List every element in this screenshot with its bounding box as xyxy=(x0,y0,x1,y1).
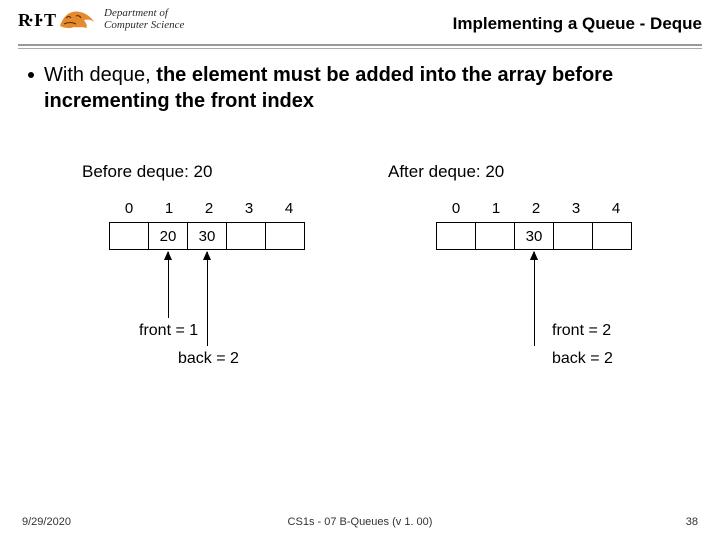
diagram-panel: Before deque: 20 0 1 2 3 4 20 30 front =… xyxy=(0,152,720,500)
after-back-label: back = 2 xyxy=(552,350,613,368)
footer-page: 38 xyxy=(686,516,698,528)
cell xyxy=(553,222,593,250)
bullet-dot-icon xyxy=(28,72,34,78)
slide-header: R·I·T Department of Computer Science Imp… xyxy=(18,8,702,48)
cell: 30 xyxy=(514,222,554,250)
before-cell-row: 20 30 xyxy=(109,222,309,250)
cell xyxy=(592,222,632,250)
cell: 20 xyxy=(148,222,188,250)
before-back-label: back = 2 xyxy=(178,350,239,368)
bullet-item: With deque, the element must be added in… xyxy=(28,62,680,114)
before-front-label: front = 1 xyxy=(139,322,198,340)
idx: 3 xyxy=(229,200,269,222)
before-array: 0 1 2 3 4 20 30 xyxy=(109,200,309,250)
idx: 2 xyxy=(189,200,229,222)
idx: 1 xyxy=(149,200,189,222)
back-arrow-icon xyxy=(534,252,535,346)
header-rule-1 xyxy=(18,44,702,46)
idx: 3 xyxy=(556,200,596,222)
bullet-text: With deque, the element must be added in… xyxy=(44,62,680,114)
footer-date: 9/29/2020 xyxy=(22,516,71,528)
before-caption: Before deque: 20 xyxy=(82,162,212,182)
cell xyxy=(475,222,515,250)
slide-title: Implementing a Queue - Deque xyxy=(453,14,702,34)
slide-footer: 9/29/2020 CS1s - 07 B-Queues (v 1. 00) 3… xyxy=(0,516,720,534)
after-array: 0 1 2 3 4 30 xyxy=(436,200,636,250)
idx: 4 xyxy=(596,200,636,222)
cell xyxy=(436,222,476,250)
cell xyxy=(226,222,266,250)
before-side: Before deque: 20 0 1 2 3 4 20 30 front =… xyxy=(0,152,360,500)
dept-label: Department of Computer Science xyxy=(104,8,184,31)
after-front-label: front = 2 xyxy=(552,322,611,340)
idx: 0 xyxy=(436,200,476,222)
tiger-icon xyxy=(58,8,96,32)
footer-center: CS1s - 07 B-Queues (v 1. 00) xyxy=(288,516,433,528)
rit-logo: R·I·T xyxy=(18,8,96,32)
bullet-lead: With deque, xyxy=(44,64,156,86)
idx: 0 xyxy=(109,200,149,222)
cell xyxy=(265,222,305,250)
cell: 30 xyxy=(187,222,227,250)
after-side: After deque: 20 0 1 2 3 4 30 front = 2 b… xyxy=(360,152,720,500)
rit-letters: R·I·T xyxy=(18,10,56,31)
back-arrow-icon xyxy=(207,252,208,346)
after-index-row: 0 1 2 3 4 xyxy=(436,200,636,222)
idx: 1 xyxy=(476,200,516,222)
before-index-row: 0 1 2 3 4 xyxy=(109,200,309,222)
after-caption: After deque: 20 xyxy=(388,162,504,182)
idx: 4 xyxy=(269,200,309,222)
header-rule-2 xyxy=(18,48,702,49)
cell xyxy=(109,222,149,250)
idx: 2 xyxy=(516,200,556,222)
dept-line2: Computer Science xyxy=(104,20,184,32)
after-cell-row: 30 xyxy=(436,222,636,250)
front-arrow-icon xyxy=(168,252,169,318)
